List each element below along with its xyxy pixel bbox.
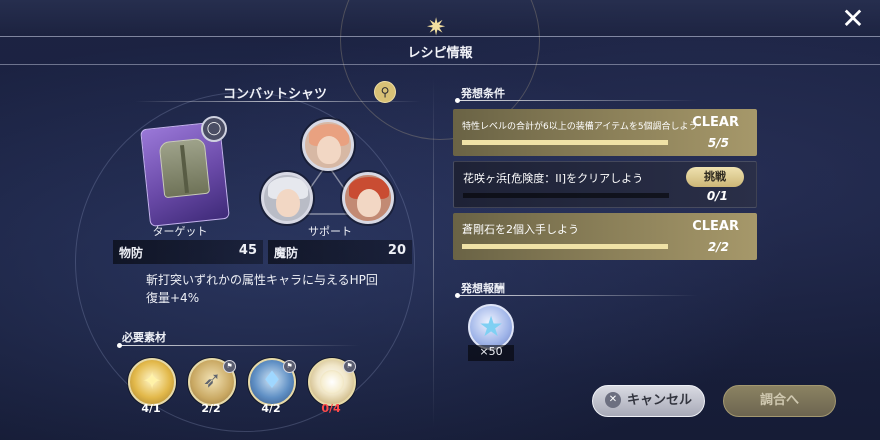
craft-button[interactable]: 調合へ	[723, 385, 836, 417]
progress-fill	[462, 140, 668, 145]
support-character-avatar[interactable]	[261, 172, 313, 224]
close-icon: ✕	[604, 391, 621, 408]
support-character-avatar[interactable]	[302, 119, 354, 171]
item-name: コンバットシャツ	[222, 87, 327, 102]
avatar-face	[276, 189, 300, 217]
star-emblem-icon: ✷	[425, 13, 447, 41]
panel-divider	[433, 78, 434, 428]
condition-text: 蒼剛石を2個入手しよう	[462, 223, 579, 236]
progress-fill	[462, 244, 668, 249]
material-type-badge: ⚑	[343, 360, 356, 373]
cancel-label: キャンセル	[626, 393, 692, 408]
clear-status: CLEAR	[692, 219, 739, 234]
stat-row: 物防 45	[113, 240, 263, 264]
progress-text: 5/5	[707, 136, 729, 150]
stat-label: 物防	[119, 246, 144, 260]
challenge-button[interactable]: 挑戦	[686, 167, 744, 187]
glowing-orb-icon	[320, 370, 344, 394]
avatar-face	[317, 136, 341, 164]
progress-bar	[463, 193, 669, 198]
material-slot[interactable]: ✦	[128, 358, 176, 406]
target-label: ターゲット	[152, 225, 208, 238]
condition-text: 花咲ヶ浜[危険度：II]をクリアしよう	[463, 172, 644, 185]
condition-text: 特性レベルの合計が6以上の装備アイテムを5個調合しよう	[462, 122, 698, 132]
header-divider-bottom	[0, 64, 880, 65]
progress-text: 2/2	[707, 240, 729, 254]
material-type-badge: ⚑	[223, 360, 236, 373]
stat-value: 45	[238, 243, 257, 258]
material-count-insufficient: 0/4	[321, 402, 341, 415]
support-character-avatar[interactable]	[342, 172, 394, 224]
support-label: サポート	[308, 225, 352, 238]
material-count: 2/2	[201, 402, 221, 415]
material-count: 4/2	[261, 402, 281, 415]
clear-status: CLEAR	[692, 115, 739, 130]
material-count: 4/1	[141, 402, 161, 415]
close-button[interactable]: ✕	[838, 4, 868, 34]
progress-bar	[462, 140, 668, 145]
section-underline	[458, 295, 698, 296]
conditions-title: 発想条件	[461, 87, 505, 100]
reward-count: ×50	[468, 345, 514, 361]
star-crystal-icon: ✦	[141, 367, 163, 395]
jacket-icon	[158, 137, 211, 199]
section-underline	[458, 100, 698, 101]
rewards-title: 発想報酬	[461, 282, 505, 295]
item-name-underline	[135, 101, 420, 102]
stat-label: 魔防	[274, 246, 299, 260]
materials-title: 必要素材	[122, 331, 166, 344]
progress-bar	[462, 244, 668, 249]
magnifier-icon: ⚲	[380, 85, 390, 99]
shield-icon: ◯	[201, 116, 227, 142]
cancel-button[interactable]: ✕ キャンセル	[592, 385, 705, 417]
zoom-button[interactable]: ⚲	[374, 81, 396, 103]
reward-item[interactable]: ★	[468, 304, 514, 350]
page-title: レシピ情報	[407, 46, 473, 61]
section-underline	[120, 345, 360, 346]
effect-description: 斬打突いずれかの属性キャラに与えるHP回 復量+4%	[146, 271, 396, 307]
condition-row: 花咲ヶ浜[危険度：II]をクリアしよう 挑戦 0/1	[453, 161, 757, 208]
condition-row: 蒼剛石を2個入手しよう CLEAR 2/2	[453, 213, 757, 260]
star-gem-icon: ★	[478, 310, 504, 343]
stat-row: 魔防 20	[268, 240, 412, 264]
material-type-badge: ⚑	[283, 360, 296, 373]
progress-text: 0/1	[706, 189, 728, 203]
avatar-face	[357, 189, 381, 217]
effect-line: 復量+4%	[146, 291, 200, 305]
effect-line: 斬打突いずれかの属性キャラに与えるHP回	[146, 273, 378, 287]
condition-row: 特性レベルの合計が6以上の装備アイテムを5個調合しよう CLEAR 5/5	[453, 109, 757, 156]
stat-value: 20	[387, 243, 406, 258]
